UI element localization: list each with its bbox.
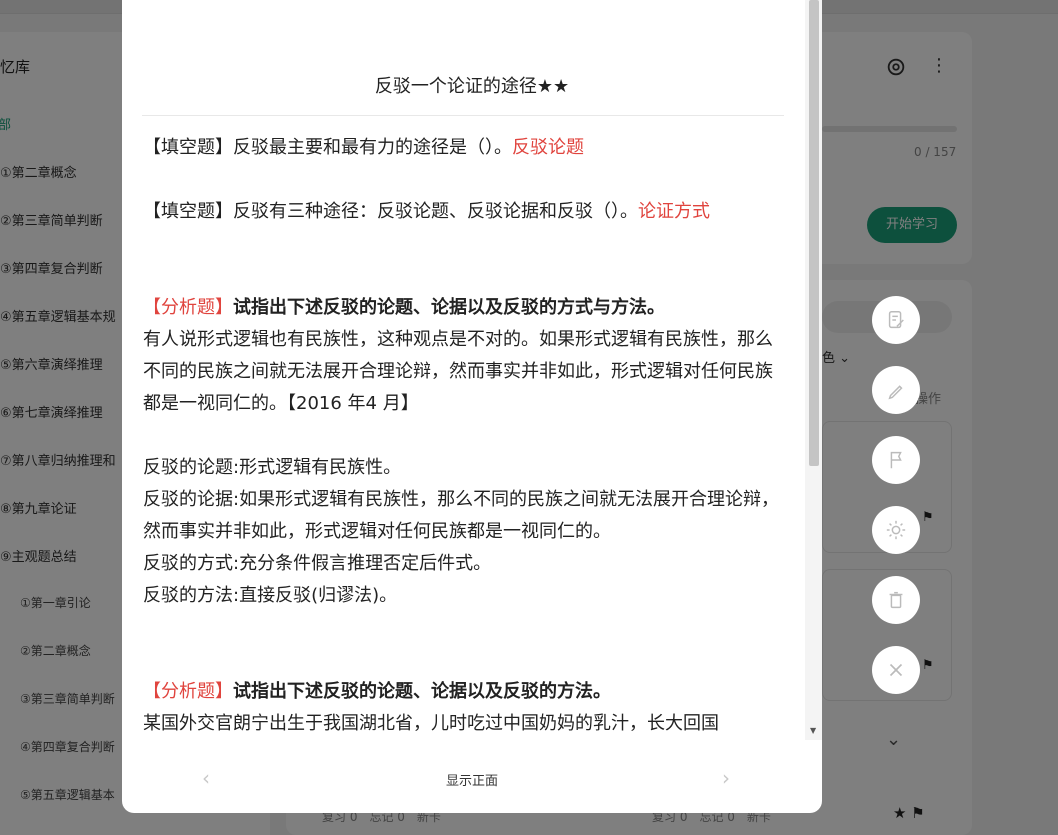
scrollbar-thumb[interactable] (809, 0, 819, 466)
pencil-icon (888, 385, 903, 400)
close-icon (889, 663, 903, 677)
analysis-title: 试指出下述反驳的论题、论据以及反驳的方式与方法。 (233, 297, 665, 318)
analysis-tag: 【分析题】 (143, 297, 233, 318)
question-fill-1: 【填空题】反驳最主要和最有力的途径是（）。反驳论题 (143, 132, 788, 164)
question-fill-2: 【填空题】反驳有三种途径：反驳论题、反驳论据和反驳（）。论证方式 (143, 196, 788, 228)
sun-icon (886, 520, 906, 540)
divider (142, 115, 784, 116)
card-back-content: 【填空题】反驳最主要和最有力的途径是（）。反驳论题 【填空题】反驳有三种途径：反… (143, 132, 788, 740)
answer-text: 反驳论题 (512, 137, 584, 158)
analysis-answer-line: 反驳的方法:直接反驳(归谬法)。 (143, 585, 398, 606)
analysis-body-2: 某国外交官朗宁出生于我国湖北省，儿时吃过中国奶妈的乳汁，长大回国 (143, 713, 719, 734)
question-text: 【填空题】反驳有三种途径：反驳论题、反驳论据和反驳（）。 (143, 201, 638, 222)
answer-text: 论证方式 (638, 201, 710, 222)
analysis-body-1: 有人说形式逻辑也有民族性，这种观点是不对的。如果形式逻辑有民族性，那么不同的民族… (143, 329, 773, 414)
analysis-title: 试指出下述反驳的论题、论据以及反驳的方法。 (233, 681, 611, 702)
edit-card-button[interactable] (872, 296, 920, 344)
analysis-heading-1: 【分析题】试指出下述反驳的论题、论据以及反驳的方式与方法。 (143, 292, 788, 324)
close-button[interactable] (872, 646, 920, 694)
card-title: 反驳一个论证的途径★★ (374, 76, 570, 97)
trash-icon (889, 591, 903, 609)
edit-note-icon (888, 311, 904, 329)
analysis-answer-line: 反驳的方式:充分条件假言推理否定后件式。 (143, 553, 492, 574)
analysis-answer-line: 反驳的论题:形式逻辑有民族性。 (143, 457, 402, 478)
question-text: 【填空题】反驳最主要和最有力的途径是（）。 (143, 137, 512, 158)
flag-icon (890, 451, 902, 469)
analysis-answer-line: 反驳的论据:如果形式逻辑有民族性，那么不同的民族之间就无法展开合理论辩，然而事实… (143, 489, 780, 542)
scroll-down-arrow-icon[interactable]: ▼ (810, 726, 816, 735)
next-card-icon[interactable]: › (722, 766, 730, 790)
analysis-heading-2: 【分析题】试指出下述反驳的论题、论据以及反驳的方法。 (143, 676, 788, 708)
flag-button[interactable] (872, 436, 920, 484)
card-viewer-modal: 反驳一个论证的途径★★ 【填空题】反驳最主要和最有力的途径是（）。反驳论题 【填… (122, 0, 822, 813)
modal-footer: ‹ 显示正面 › (122, 740, 822, 813)
brightness-button[interactable] (872, 506, 920, 554)
show-front-button[interactable]: 显示正面 (122, 770, 822, 789)
analysis-tag: 【分析题】 (143, 681, 233, 702)
pen-button[interactable] (872, 366, 920, 414)
delete-button[interactable] (872, 576, 920, 624)
